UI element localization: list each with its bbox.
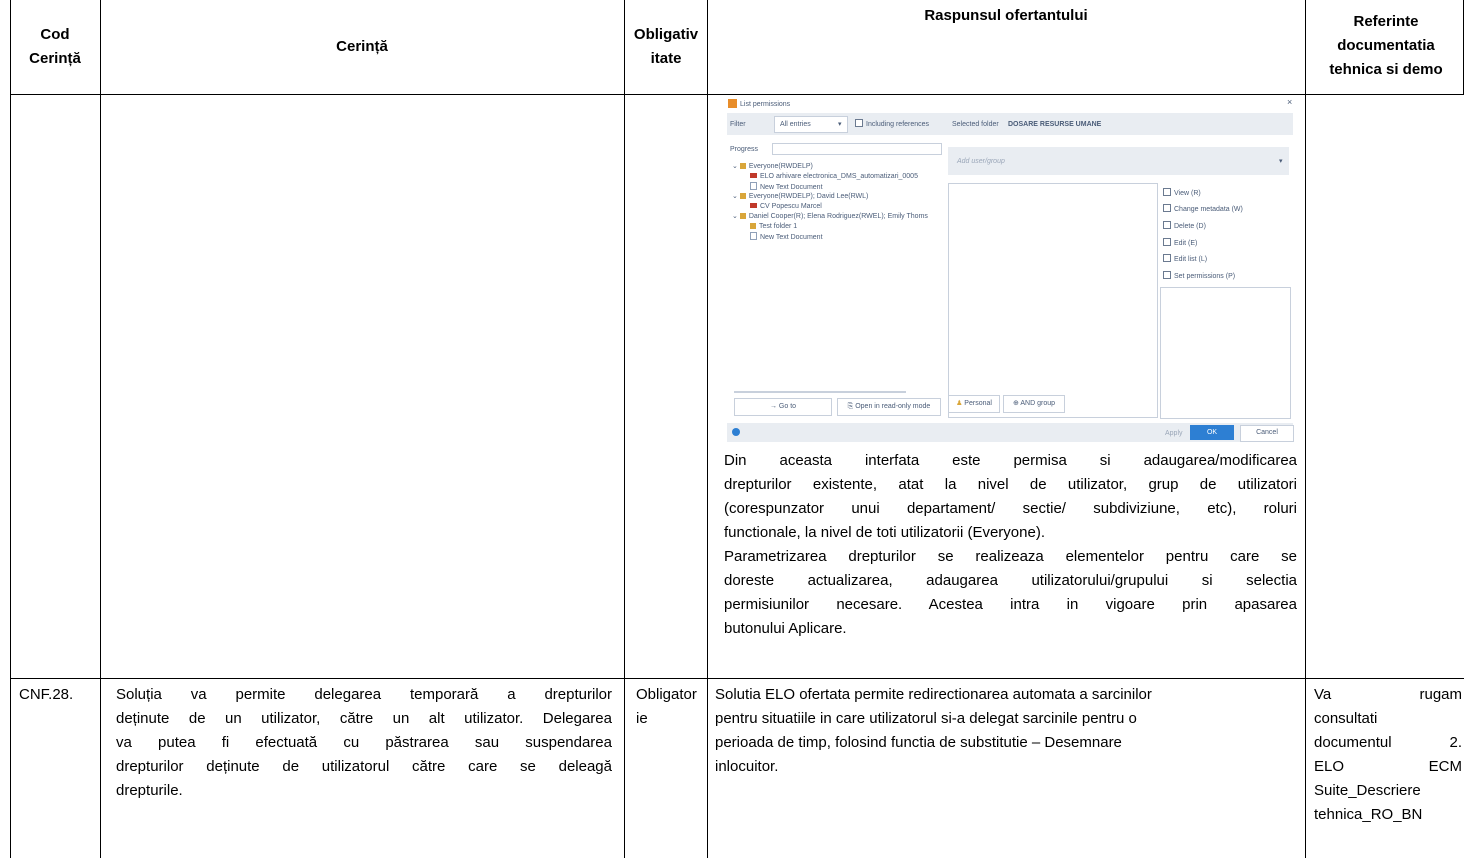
tree-item[interactable]: ELO arhivare electronica_DMS_automatizar… bbox=[750, 172, 918, 181]
selected-folder-prefix: Selected folder bbox=[952, 121, 999, 128]
column-divider bbox=[100, 0, 101, 858]
group-icon bbox=[739, 163, 746, 169]
text-line: consultati bbox=[1314, 710, 1378, 727]
text-line: inlocuitor. bbox=[715, 758, 779, 775]
row1-response: Din aceasta interfata este permisa si ad… bbox=[724, 449, 1297, 641]
including-references-checkbox[interactable] bbox=[855, 119, 863, 127]
text-line: perioada de timp, folosind functia de su… bbox=[715, 734, 1122, 751]
permission-label: Edit list (L) bbox=[1174, 256, 1208, 263]
filter-label: Filter bbox=[730, 121, 746, 128]
text-line: tehnica_RO_BN bbox=[1314, 806, 1423, 823]
permissions-dialog-screenshot: List permissions × Filter All entries ▾ … bbox=[724, 95, 1296, 442]
elo-doc-icon bbox=[750, 203, 757, 208]
open-readonly-button[interactable]: ⎘ Open in read-only mode bbox=[837, 398, 941, 416]
header-references: Referinte documentatia tehnica si demo bbox=[1329, 13, 1443, 78]
horizontal-scrollbar[interactable] bbox=[734, 391, 906, 393]
text-line: butonului Aplicare. bbox=[724, 620, 847, 637]
text-line: drepturile. bbox=[116, 782, 183, 799]
row2-requirement: Soluția va permite delegarea temporară a… bbox=[116, 683, 612, 803]
user-list-panel bbox=[948, 183, 1158, 418]
permission-detail-panel bbox=[1160, 287, 1291, 419]
text-line: drepturilor deținute de utilizatorul căt… bbox=[116, 758, 612, 775]
text-line: Obligator bbox=[636, 686, 697, 703]
permission-checkbox[interactable] bbox=[1163, 254, 1171, 262]
chevron-down-icon: ▾ bbox=[1279, 158, 1283, 165]
document-icon bbox=[750, 232, 757, 240]
text-line: documentul 2. bbox=[1314, 734, 1462, 751]
ok-button[interactable]: OK bbox=[1190, 425, 1234, 440]
dialog-title: List permissions bbox=[740, 101, 791, 108]
text-line: va putea fi efectuată cu păstrarea sau s… bbox=[116, 734, 612, 751]
tree-item[interactable]: New Text Document bbox=[750, 232, 823, 242]
text-line: Solutia ELO ofertata permite redirection… bbox=[715, 686, 1152, 703]
permission-checkbox[interactable] bbox=[1163, 271, 1171, 279]
document-icon bbox=[750, 182, 757, 190]
table-border-right bbox=[1463, 0, 1464, 95]
app-icon bbox=[728, 99, 737, 108]
text-line: functionale, la nivel de toti utilizator… bbox=[724, 524, 1045, 541]
permission-label: Set permissions (P) bbox=[1174, 273, 1236, 280]
progress-bar bbox=[772, 143, 942, 155]
permission-label: Edit (E) bbox=[1174, 240, 1198, 247]
filter-value: All entries bbox=[780, 121, 811, 128]
header-mandatory: Obligativ itate bbox=[633, 26, 699, 67]
permission-label: Delete (D) bbox=[1174, 223, 1206, 230]
column-divider bbox=[1305, 0, 1306, 858]
row2-mandatory: Obligator ie bbox=[636, 683, 704, 731]
tree-item[interactable]: ⌄ Daniel Cooper(R); Elena Rodriguez(RWEL… bbox=[732, 212, 928, 221]
personal-button[interactable]: ♟ Personal bbox=[948, 395, 1000, 413]
text-line: drepturilor existente, atat la nivel de … bbox=[724, 476, 1297, 493]
row-divider bbox=[10, 678, 1464, 679]
permission-checkbox[interactable] bbox=[1163, 221, 1171, 229]
cancel-button[interactable]: Cancel bbox=[1240, 425, 1294, 442]
text-line: ie bbox=[636, 710, 648, 727]
close-icon[interactable]: × bbox=[1287, 98, 1292, 107]
dialog-titlebar bbox=[724, 95, 1296, 113]
and-group-button[interactable]: ⊕ AND group bbox=[1003, 395, 1065, 413]
tree-item[interactable]: ⌄ Everyone(RWDELP); David Lee(RWL) bbox=[732, 192, 868, 201]
permissions-tree: ⌄ Everyone(RWDELP) ELO arhivare electron… bbox=[728, 158, 940, 388]
text-line: Parametrizarea drepturilor se realizeaza… bbox=[724, 548, 1297, 565]
header-requirement: Cerință bbox=[336, 38, 388, 55]
permission-label: Change metadata (W) bbox=[1174, 206, 1243, 213]
header-code: Cod Cerință bbox=[29, 26, 81, 67]
including-references-label: Including references bbox=[866, 121, 930, 128]
help-icon[interactable] bbox=[732, 428, 740, 436]
text-line: pentru situatiile in care utilizatorul s… bbox=[715, 710, 1137, 727]
header-response: Raspunsul ofertantului bbox=[924, 7, 1088, 24]
text-line: Din aceasta interfata este permisa si ad… bbox=[724, 452, 1297, 469]
tree-item[interactable]: CV Popescu Marcel bbox=[750, 202, 822, 211]
apply-button[interactable]: Apply bbox=[1165, 429, 1183, 438]
text-line: Va rugam bbox=[1314, 686, 1462, 703]
table-border-left bbox=[10, 0, 11, 858]
row2-code: CNF.28. bbox=[19, 686, 74, 703]
column-divider bbox=[624, 0, 625, 858]
text-line: deținute de un utilizator, către un alt … bbox=[116, 710, 612, 727]
permission-checkbox[interactable] bbox=[1163, 188, 1171, 196]
group-icon bbox=[739, 193, 746, 199]
add-user-group-placeholder: Add user/group bbox=[957, 158, 1005, 165]
permission-checkbox[interactable] bbox=[1163, 238, 1171, 246]
row2-references: Va rugam consultati documentul 2. ELO EC… bbox=[1314, 683, 1462, 827]
tree-item[interactable]: New Text Document bbox=[750, 182, 823, 192]
tree-item[interactable]: ⌄ Everyone(RWDELP) bbox=[732, 162, 813, 171]
permission-label: View (R) bbox=[1174, 190, 1201, 197]
elo-doc-icon bbox=[750, 173, 757, 178]
tree-item[interactable]: Test folder 1 bbox=[750, 222, 797, 231]
text-line: permisiunilor necesare. Acestea intra in… bbox=[724, 596, 1297, 613]
text-line: Soluția va permite delegarea temporară a… bbox=[116, 686, 612, 703]
goto-button[interactable]: → Go to bbox=[734, 398, 832, 416]
progress-label: Progress bbox=[730, 146, 759, 153]
permission-checkbox[interactable] bbox=[1163, 204, 1171, 212]
text-line: ELO ECM bbox=[1314, 758, 1462, 775]
row2-response: Solutia ELO ofertata permite redirection… bbox=[715, 683, 1300, 779]
text-line: Suite_Descriere bbox=[1314, 782, 1421, 799]
text-line: doreste actualizarea, adaugarea utilizat… bbox=[724, 572, 1297, 589]
column-divider bbox=[707, 0, 708, 858]
folder-icon bbox=[750, 223, 756, 229]
chevron-down-icon: ▾ bbox=[838, 121, 842, 128]
group-icon bbox=[739, 213, 746, 219]
selected-folder-name: DOSARE RESURSE UMANE bbox=[1008, 121, 1102, 128]
text-line: (corespunzator unui departament/ sectie/… bbox=[724, 500, 1297, 517]
